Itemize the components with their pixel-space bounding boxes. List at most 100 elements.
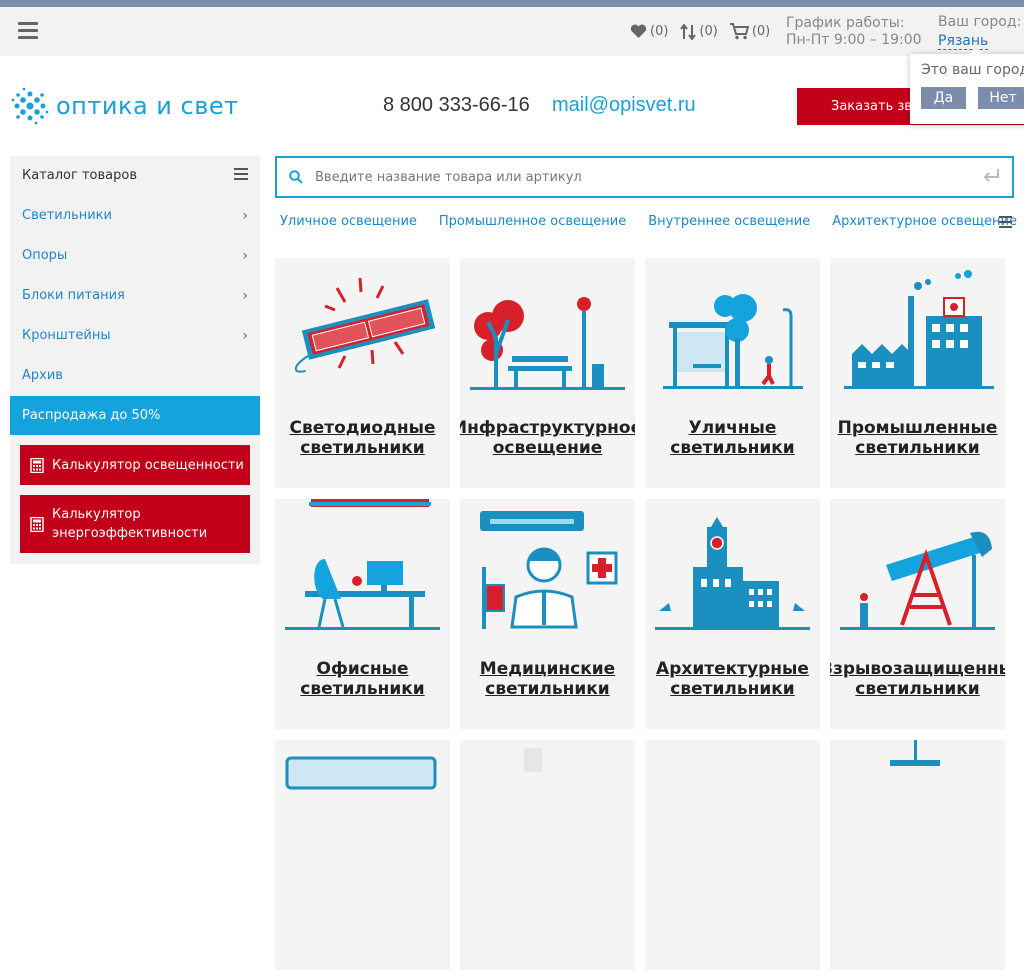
card-title: Инфраструктурное освещение <box>460 418 635 458</box>
card-title-line2: светильники <box>300 679 425 699</box>
card-title-line1: Промышленные <box>837 418 998 438</box>
logo-text: оптика и свет <box>56 92 239 120</box>
sidebar-item-poles[interactable]: Опоры › <box>10 236 260 276</box>
schedule-hours: Пн-Пт 9:00 – 19:00 <box>786 32 922 48</box>
compare-button[interactable]: (0) <box>680 23 718 40</box>
bus-stop-icon <box>663 294 803 389</box>
office-desk-icon <box>285 499 440 630</box>
city-confirm-popup: Это ваш город? Да Нет <box>910 48 1024 124</box>
cart-button[interactable]: (0) <box>729 23 771 40</box>
pendant-light-icon <box>890 740 940 766</box>
card-office-lights[interactable]: Офисные светильники <box>275 499 450 729</box>
doctor-icon <box>480 511 618 629</box>
card-row3-3[interactable] <box>645 740 820 970</box>
catalog-sidebar: Каталог товаров Светильники › Опоры › Бл… <box>10 156 260 564</box>
lighting-calculator-button[interactable]: Калькулятор освещенности <box>20 445 250 485</box>
phone-number[interactable]: 8 800 333-66-16 <box>383 94 530 117</box>
site-logo[interactable]: оптика и свет <box>10 86 239 126</box>
sale-link[interactable]: Распродажа до 50% <box>10 396 260 435</box>
card-title: Медицинские светильники <box>460 659 635 699</box>
sidebar-item-power-supplies[interactable]: Блоки питания › <box>10 276 260 316</box>
card-title-line1: Офисные <box>316 659 409 679</box>
city-label: Ваш город: <box>938 14 1022 30</box>
logo-mark-icon <box>11 87 49 125</box>
category-nav: Уличное освещение Промышленное освещение… <box>280 214 1017 229</box>
card-row3-4[interactable] <box>830 740 1005 970</box>
cart-icon <box>729 23 749 40</box>
sidebar-item-archive[interactable]: Архив <box>10 356 260 396</box>
category-industrial-lighting[interactable]: Промышленное освещение <box>439 214 626 229</box>
top-bar: (0) (0) (0) График работы: Пн-Пт 9:00 – … <box>0 7 1024 56</box>
category-more-menu-icon[interactable] <box>999 216 1012 231</box>
search-icon <box>289 170 303 184</box>
card-title-line1: Архитектурные <box>656 659 809 679</box>
calculator-icon <box>30 457 44 473</box>
compare-arrows-icon <box>680 23 697 40</box>
cart-count: (0) <box>751 24 771 39</box>
city-no-button[interactable]: Нет <box>978 87 1024 109</box>
card-industrial-lights[interactable]: Промышленные светильники <box>830 258 1005 488</box>
card-title: Светодиодные светильники <box>275 418 450 458</box>
card-title-line1: Светодиодные <box>289 418 436 438</box>
wishlist-button[interactable]: (0) <box>630 23 668 40</box>
sidebar-item-brackets[interactable]: Кронштейны › <box>10 316 260 356</box>
city-yes-button[interactable]: Да <box>921 87 966 109</box>
product-search <box>275 156 1014 198</box>
card-medical-lights[interactable]: Медицинские светильники <box>460 499 635 729</box>
catalog-title: Каталог товаров <box>22 168 137 183</box>
card-street-lights[interactable]: Уличные светильники <box>645 258 820 488</box>
city-confirm-question: Это ваш город? <box>921 62 1024 78</box>
card-title: Промышленные светильники <box>830 418 1005 458</box>
card-row3-2[interactable] <box>460 740 635 970</box>
sidebar-item-label: Светильники <box>22 208 112 223</box>
bulb-icon <box>524 748 542 772</box>
card-title-line2: освещение <box>492 438 603 458</box>
site-header: оптика и свет 8 800 333-66-16 mail@opisv… <box>0 56 1024 156</box>
factory-icon <box>844 270 994 389</box>
catalog-menu-icon <box>234 168 248 184</box>
card-title-line2: светильники <box>670 438 795 458</box>
card-led-lights[interactable]: Светодиодные светильники <box>275 258 450 488</box>
led-fixture-icon <box>294 277 436 373</box>
wishlist-count: (0) <box>650 24 669 39</box>
calc-light-label: Калькулятор освещенности <box>52 457 244 473</box>
card-title-line2: светильники <box>855 679 980 699</box>
chevron-right-icon: › <box>242 328 248 344</box>
enter-icon[interactable] <box>982 168 1000 184</box>
city-selector: Ваш город: Рязань <box>938 13 1021 51</box>
oil-pump-icon <box>840 531 995 630</box>
card-title-line1: Медицинские <box>479 659 616 679</box>
sidebar-item-label: Опоры <box>22 248 68 263</box>
sidebar-item-label: Архив <box>22 368 63 383</box>
energy-calculator-button[interactable]: Калькулятор энергоэффективности <box>20 495 250 553</box>
card-row3-1[interactable] <box>275 740 450 970</box>
sidebar-item-lights[interactable]: Светильники › <box>10 196 260 236</box>
card-title-line2: светильники <box>855 438 980 458</box>
category-architectural-lighting[interactable]: Архитектурное освещение <box>832 214 1017 229</box>
card-title: Уличные светильники <box>645 418 820 458</box>
park-bench-icon <box>470 297 625 390</box>
top-stripe <box>0 0 1024 7</box>
search-input[interactable] <box>315 166 955 188</box>
schedule-label: График работы: <box>786 15 905 31</box>
panel-light-icon <box>285 756 437 790</box>
card-title: Офисные светильники <box>275 659 450 699</box>
card-title: Взрывозащищенныесветильники <box>830 659 1005 699</box>
card-infrastructure-lighting[interactable]: Инфраструктурное освещение <box>460 258 635 488</box>
heart-icon <box>630 24 647 38</box>
catalog-title-row[interactable]: Каталог товаров <box>10 156 260 196</box>
card-architectural-lights[interactable]: Архитектурные светильники <box>645 499 820 729</box>
sidebar-item-label: Блоки питания <box>22 288 125 303</box>
calc-energy-label: Калькулятор энергоэффективности <box>52 505 207 543</box>
email-link[interactable]: mail@opisvet.ru <box>552 94 696 117</box>
category-indoor-lighting[interactable]: Внутреннее освещение <box>648 214 810 229</box>
category-street-lighting[interactable]: Уличное освещение <box>280 214 417 229</box>
card-explosion-proof-lights[interactable]: Взрывозащищенныесветильники <box>830 499 1005 729</box>
card-title-line1: Уличные <box>688 418 777 438</box>
card-title-line1: Взрывозащищенные <box>830 659 1005 679</box>
chevron-right-icon: › <box>242 248 248 264</box>
menu-burger-icon[interactable] <box>18 22 38 40</box>
work-schedule: График работы: Пн-Пт 9:00 – 19:00 <box>786 15 922 49</box>
calc-energy-label-line2: энергоэффективности <box>52 526 208 541</box>
header-counters: (0) (0) (0) <box>630 23 770 40</box>
